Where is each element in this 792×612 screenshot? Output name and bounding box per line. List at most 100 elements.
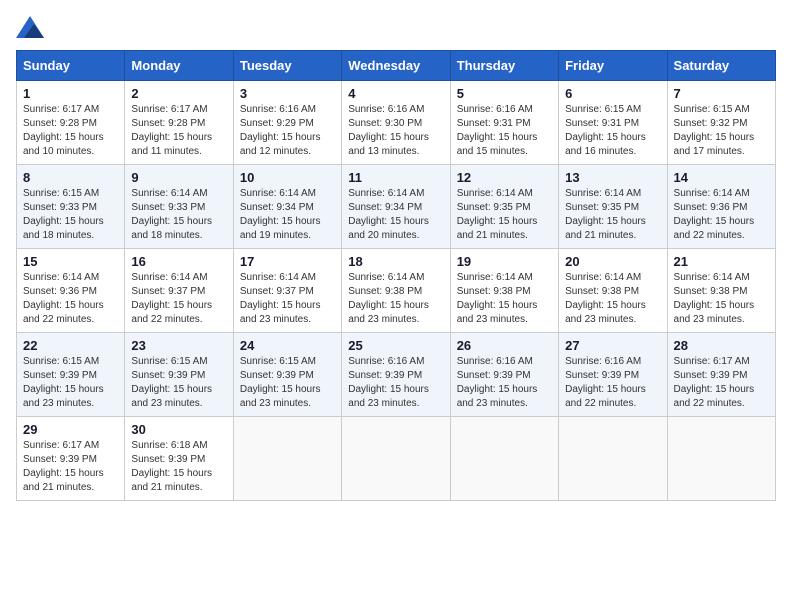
calendar-cell: [450, 417, 558, 501]
day-number: 14: [674, 170, 769, 185]
day-info: Sunrise: 6:17 AMSunset: 9:39 PMDaylight:…: [674, 355, 769, 411]
day-number: 13: [565, 170, 660, 185]
weekday-header: Wednesday: [342, 51, 450, 81]
calendar-cell: 28 Sunrise: 6:17 AMSunset: 9:39 PMDayligh…: [667, 333, 775, 417]
day-number: 23: [131, 338, 226, 353]
page-header: [16, 16, 776, 38]
calendar-week-row: 22 Sunrise: 6:15 AMSunset: 9:39 PMDayligh…: [17, 333, 776, 417]
day-info: Sunrise: 6:15 AMSunset: 9:33 PMDaylight:…: [23, 187, 118, 243]
day-number: 19: [457, 254, 552, 269]
calendar-cell: 18 Sunrise: 6:14 AMSunset: 9:38 PMDayligh…: [342, 249, 450, 333]
calendar-cell: 16 Sunrise: 6:14 AMSunset: 9:37 PMDayligh…: [125, 249, 233, 333]
day-number: 18: [348, 254, 443, 269]
calendar-cell: 21Sunrise: 6:14 AMSunset: 9:38 PMDayligh…: [667, 249, 775, 333]
day-number: 3: [240, 86, 335, 101]
day-number: 27: [565, 338, 660, 353]
calendar-cell: 13 Sunrise: 6:14 AMSunset: 9:35 PMDayligh…: [559, 165, 667, 249]
calendar-cell: 26 Sunrise: 6:16 AMSunset: 9:39 PMDayligh…: [450, 333, 558, 417]
calendar-cell: 22 Sunrise: 6:15 AMSunset: 9:39 PMDayligh…: [17, 333, 125, 417]
day-number: 11: [348, 170, 443, 185]
weekday-header: Monday: [125, 51, 233, 81]
day-info: Sunrise: 6:14 AMSunset: 9:37 PMDaylight:…: [131, 271, 226, 327]
weekday-header: Thursday: [450, 51, 558, 81]
day-number: 25: [348, 338, 443, 353]
day-number: 9: [131, 170, 226, 185]
calendar-cell: 4Sunrise: 6:16 AMSunset: 9:30 PMDaylight…: [342, 81, 450, 165]
day-info: Sunrise: 6:14 AMSunset: 9:33 PMDaylight:…: [131, 187, 226, 243]
calendar-cell: 23 Sunrise: 6:15 AMSunset: 9:39 PMDayligh…: [125, 333, 233, 417]
day-info: Sunrise: 6:14 AMSunset: 9:34 PMDaylight:…: [348, 187, 443, 243]
day-number: 1: [23, 86, 118, 101]
logo: [16, 16, 48, 38]
day-info: Sunrise: 6:14 AMSunset: 9:35 PMDaylight:…: [565, 187, 660, 243]
calendar-cell: 1 Sunrise: 6:17 AMSunset: 9:28 PMDaylight…: [17, 81, 125, 165]
day-number: 22: [23, 338, 118, 353]
day-info: Sunrise: 6:15 AMSunset: 9:39 PMDaylight:…: [131, 355, 226, 411]
day-info: Sunrise: 6:16 AMSunset: 9:39 PMDaylight:…: [348, 355, 443, 411]
day-info: Sunrise: 6:14 AMSunset: 9:36 PMDaylight:…: [674, 187, 769, 243]
day-info: Sunrise: 6:16 AMSunset: 9:39 PMDaylight:…: [457, 355, 552, 411]
day-number: 4: [348, 86, 443, 101]
day-number: 12: [457, 170, 552, 185]
calendar-cell: 5Sunrise: 6:16 AMSunset: 9:31 PMDaylight…: [450, 81, 558, 165]
calendar-week-row: 15 Sunrise: 6:14 AMSunset: 9:36 PMDayligh…: [17, 249, 776, 333]
day-info: Sunrise: 6:15 AMSunset: 9:31 PMDaylight:…: [565, 103, 660, 159]
calendar-cell: [559, 417, 667, 501]
calendar-cell: 8 Sunrise: 6:15 AMSunset: 9:33 PMDaylight…: [17, 165, 125, 249]
calendar-week-row: 29Sunrise: 6:17 AMSunset: 9:39 PMDayligh…: [17, 417, 776, 501]
day-info: Sunrise: 6:16 AMSunset: 9:31 PMDaylight:…: [457, 103, 552, 159]
day-number: 6: [565, 86, 660, 101]
day-number: 8: [23, 170, 118, 185]
calendar-cell: [667, 417, 775, 501]
day-number: 2: [131, 86, 226, 101]
day-number: 30: [131, 422, 226, 437]
weekday-header: Saturday: [667, 51, 775, 81]
calendar-cell: 11 Sunrise: 6:14 AMSunset: 9:34 PMDayligh…: [342, 165, 450, 249]
calendar-cell: 27Sunrise: 6:16 AMSunset: 9:39 PMDayligh…: [559, 333, 667, 417]
calendar-table: SundayMondayTuesdayWednesdayThursdayFrid…: [16, 50, 776, 501]
day-info: Sunrise: 6:14 AMSunset: 9:38 PMDaylight:…: [565, 271, 660, 327]
day-number: 20: [565, 254, 660, 269]
day-info: Sunrise: 6:15 AMSunset: 9:39 PMDaylight:…: [240, 355, 335, 411]
day-info: Sunrise: 6:14 AMSunset: 9:36 PMDaylight:…: [23, 271, 118, 327]
weekday-header: Tuesday: [233, 51, 341, 81]
logo-icon: [16, 16, 44, 38]
calendar-week-row: 8 Sunrise: 6:15 AMSunset: 9:33 PMDaylight…: [17, 165, 776, 249]
day-info: Sunrise: 6:17 AMSunset: 9:39 PMDaylight:…: [23, 439, 118, 495]
day-number: 15: [23, 254, 118, 269]
calendar-cell: 14 Sunrise: 6:14 AMSunset: 9:36 PMDayligh…: [667, 165, 775, 249]
calendar-cell: 15 Sunrise: 6:14 AMSunset: 9:36 PMDayligh…: [17, 249, 125, 333]
calendar-cell: 2Sunrise: 6:17 AMSunset: 9:28 PMDaylight…: [125, 81, 233, 165]
calendar-cell: [342, 417, 450, 501]
day-info: Sunrise: 6:17 AMSunset: 9:28 PMDaylight:…: [23, 103, 118, 159]
day-info: Sunrise: 6:16 AMSunset: 9:29 PMDaylight:…: [240, 103, 335, 159]
day-info: Sunrise: 6:14 AMSunset: 9:38 PMDaylight:…: [457, 271, 552, 327]
day-number: 24: [240, 338, 335, 353]
day-number: 16: [131, 254, 226, 269]
day-number: 21: [674, 254, 769, 269]
day-number: 7: [674, 86, 769, 101]
calendar-cell: 12 Sunrise: 6:14 AMSunset: 9:35 PMDayligh…: [450, 165, 558, 249]
calendar-header-row: SundayMondayTuesdayWednesdayThursdayFrid…: [17, 51, 776, 81]
calendar-week-row: 1 Sunrise: 6:17 AMSunset: 9:28 PMDaylight…: [17, 81, 776, 165]
calendar-cell: [233, 417, 341, 501]
day-info: Sunrise: 6:14 AMSunset: 9:38 PMDaylight:…: [348, 271, 443, 327]
calendar-cell: 30 Sunrise: 6:18 AMSunset: 9:39 PMDayligh…: [125, 417, 233, 501]
day-info: Sunrise: 6:14 AMSunset: 9:37 PMDaylight:…: [240, 271, 335, 327]
day-info: Sunrise: 6:15 AMSunset: 9:39 PMDaylight:…: [23, 355, 118, 411]
day-number: 28: [674, 338, 769, 353]
calendar-cell: 3 Sunrise: 6:16 AMSunset: 9:29 PMDaylight…: [233, 81, 341, 165]
calendar-cell: 25 Sunrise: 6:16 AMSunset: 9:39 PMDayligh…: [342, 333, 450, 417]
calendar-cell: 10Sunrise: 6:14 AMSunset: 9:34 PMDayligh…: [233, 165, 341, 249]
calendar-cell: 20 Sunrise: 6:14 AMSunset: 9:38 PMDayligh…: [559, 249, 667, 333]
calendar-cell: 19 Sunrise: 6:14 AMSunset: 9:38 PMDayligh…: [450, 249, 558, 333]
day-info: Sunrise: 6:14 AMSunset: 9:35 PMDaylight:…: [457, 187, 552, 243]
weekday-header: Sunday: [17, 51, 125, 81]
calendar-cell: 9 Sunrise: 6:14 AMSunset: 9:33 PMDaylight…: [125, 165, 233, 249]
day-info: Sunrise: 6:15 AMSunset: 9:32 PMDaylight:…: [674, 103, 769, 159]
calendar-cell: 17 Sunrise: 6:14 AMSunset: 9:37 PMDayligh…: [233, 249, 341, 333]
day-info: Sunrise: 6:18 AMSunset: 9:39 PMDaylight:…: [131, 439, 226, 495]
weekday-header: Friday: [559, 51, 667, 81]
day-number: 17: [240, 254, 335, 269]
day-number: 26: [457, 338, 552, 353]
